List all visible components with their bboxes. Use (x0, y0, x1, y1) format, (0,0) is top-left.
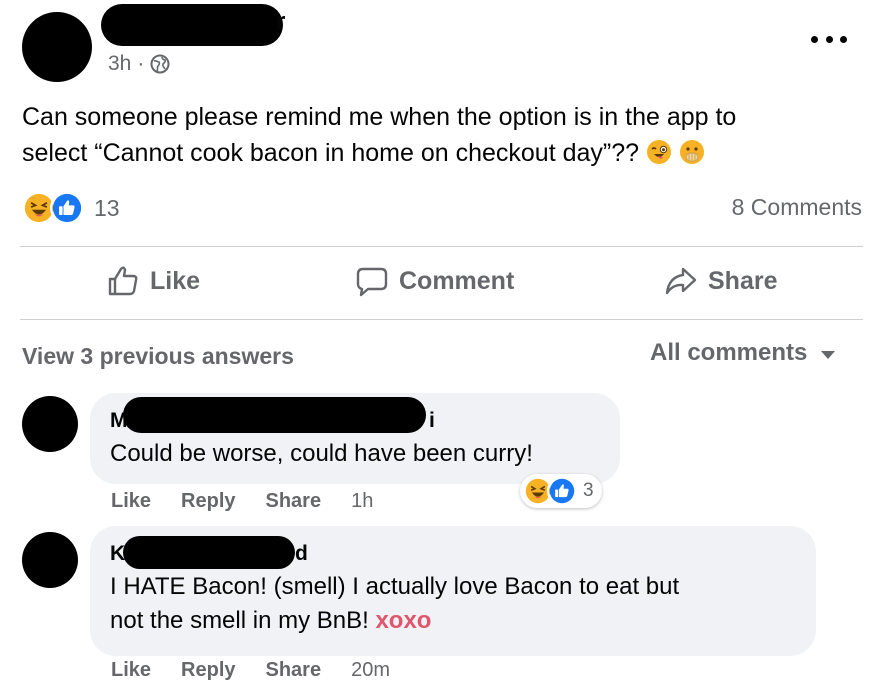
divider-top (20, 246, 863, 247)
comment-reply-button[interactable]: Reply (181, 490, 235, 513)
reaction-count: 13 (94, 194, 120, 221)
share-label: Share (708, 266, 778, 295)
comment-reactions[interactable]: 3 (520, 474, 602, 508)
more-options-icon[interactable] (811, 30, 847, 48)
comment-share-button[interactable]: Share (266, 659, 322, 682)
author-avatar[interactable] (22, 12, 92, 82)
comment-button[interactable]: Comment (355, 264, 514, 298)
post-text-line-1: Can someone please remind me when the op… (22, 103, 737, 131)
comment-like-button[interactable]: Like (111, 490, 151, 513)
comment-filter-label: All comments (650, 339, 808, 366)
comment-text: I HATE Bacon! (smell) I actually love Ba… (110, 570, 800, 638)
meta-separator: · (137, 52, 145, 75)
divider-bottom (20, 319, 863, 320)
comment-reaction-count: 3 (583, 480, 594, 501)
comment-time[interactable]: 20m (351, 659, 390, 682)
comment-bubble: K d I HATE Bacon! (smell) I actually lov… (90, 526, 816, 656)
comment-text-line-1: I HATE Bacon! (smell) I actually love Ba… (110, 573, 680, 600)
share-arrow-icon (665, 267, 697, 295)
comments-count-link[interactable]: 8 Comments (732, 194, 862, 221)
post-meta: 3h · (108, 52, 170, 76)
dot (825, 35, 833, 43)
commenter-avatar[interactable] (22, 532, 78, 588)
comment-share-button[interactable]: Share (266, 490, 322, 513)
author-name-redaction (101, 4, 283, 46)
comment-time[interactable]: 1h (351, 490, 373, 513)
comment-bubble-icon (356, 267, 388, 297)
commenter-avatar[interactable] (22, 396, 78, 452)
like-button[interactable]: Like (106, 264, 200, 298)
view-previous-answers-link[interactable]: View 3 previous answers (22, 343, 294, 370)
comment-text-line-2: not the smell in my BnB! xoxo (110, 604, 800, 638)
like-label: Like (150, 266, 201, 295)
post-text: Can someone please remind me when the op… (22, 99, 822, 171)
face-with-hand-over-mouth-emoji-icon (679, 140, 704, 164)
winking-face-emoji-icon (647, 140, 671, 164)
globe-icon (150, 54, 170, 74)
comment-bubble: M i Could be worse, could have been curr… (90, 393, 620, 484)
comment-filter-dropdown[interactable]: All comments (650, 339, 836, 367)
comment-text-line-2-text: not the smell in my BnB! (110, 607, 369, 634)
comment-actions: Like Reply Share 20m (111, 659, 390, 682)
post-reactions[interactable]: 13 (22, 191, 120, 225)
like-thumb-icon (50, 191, 84, 225)
comment-reply-button[interactable]: Reply (181, 659, 235, 682)
dot (840, 35, 847, 43)
commenter-name-end[interactable]: i (429, 409, 435, 433)
chevron-down-icon (821, 351, 836, 359)
commenter-name-redaction (123, 536, 295, 569)
comment-label: Comment (399, 266, 515, 295)
comment-actions: Like Reply Share 1h (111, 490, 373, 513)
like-thumb-icon (547, 476, 577, 506)
author-name-suffix[interactable]: r (276, 8, 285, 36)
thumbs-up-icon (108, 266, 138, 296)
comment-text: Could be worse, could have been curry! (110, 440, 533, 467)
post-text-line-2-text: select “Cannot cook bacon in home on che… (22, 139, 640, 167)
commenter-name-redaction (123, 397, 426, 433)
dot (811, 35, 818, 43)
post-time[interactable]: 3h (108, 52, 131, 76)
commenter-name-end[interactable]: d (295, 542, 308, 566)
comment-sign-off: xoxo (375, 607, 432, 634)
comment-like-button[interactable]: Like (111, 659, 151, 682)
share-button[interactable]: Share (664, 264, 777, 298)
post-text-line-2: select “Cannot cook bacon in home on che… (22, 135, 822, 171)
